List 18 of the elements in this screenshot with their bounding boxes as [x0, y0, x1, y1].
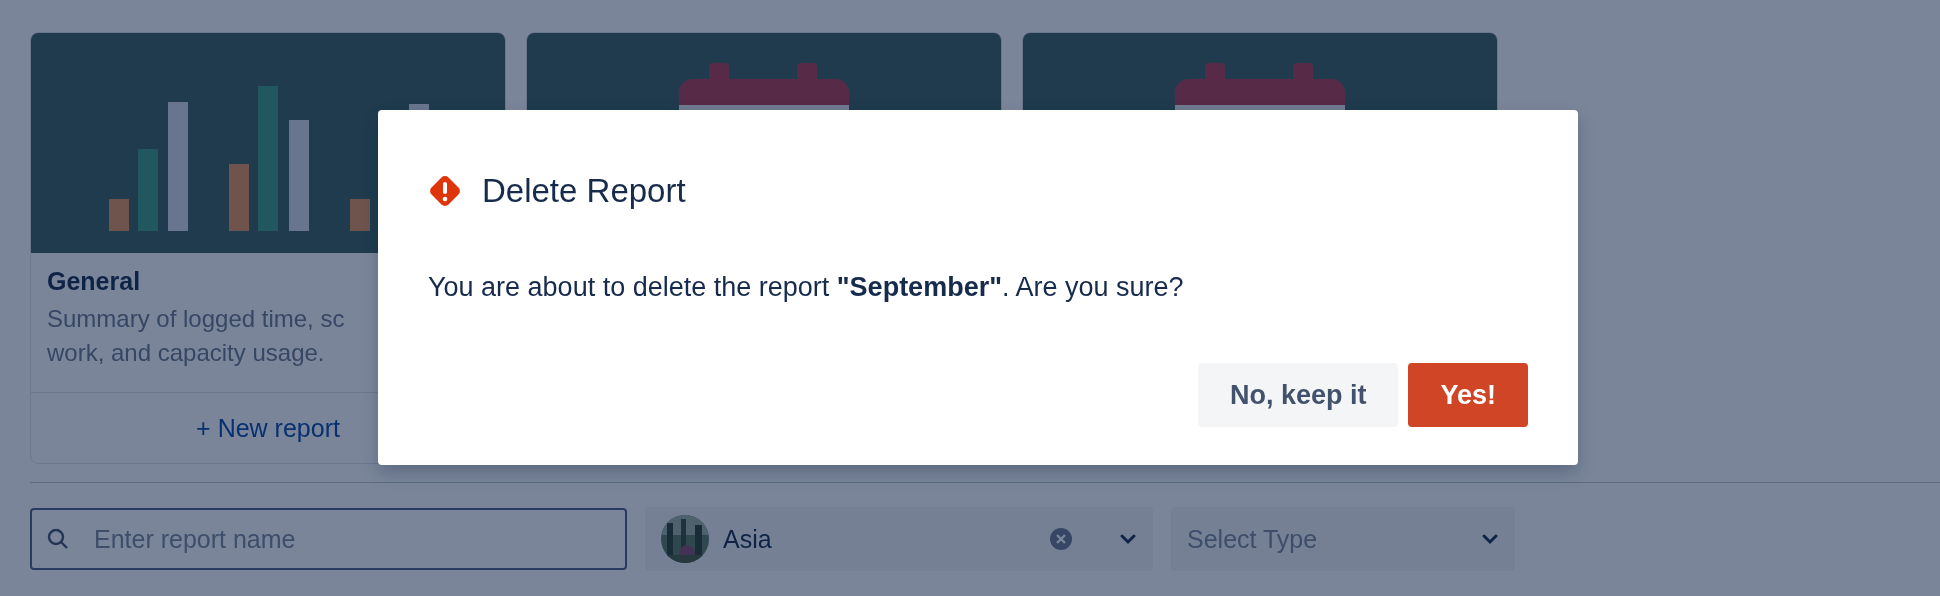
region-select[interactable]: Asia — [645, 507, 1153, 571]
select-placeholder: Select Type — [1187, 524, 1319, 554]
chevron-down-icon[interactable] — [1481, 533, 1499, 545]
chevron-down-icon[interactable] — [1119, 533, 1137, 545]
confirm-button[interactable]: Yes! — [1408, 363, 1528, 427]
cancel-button[interactable]: No, keep it — [1197, 363, 1399, 427]
card-description: work, and capacity usage. — [47, 338, 325, 366]
chart-bar — [109, 199, 129, 231]
card-description: Summary of logged time, sc — [47, 305, 345, 332]
search-icon — [46, 527, 70, 551]
select-value: Asia — [723, 524, 773, 554]
new-report-link[interactable]: + New report — [196, 413, 340, 443]
clear-icon[interactable] — [1049, 527, 1073, 551]
chart-bar — [350, 199, 370, 231]
type-select[interactable]: Select Type — [1171, 507, 1515, 571]
search-field[interactable]: Enter report name — [30, 508, 627, 570]
chart-bar — [229, 164, 249, 231]
card-title: General — [47, 267, 141, 296]
